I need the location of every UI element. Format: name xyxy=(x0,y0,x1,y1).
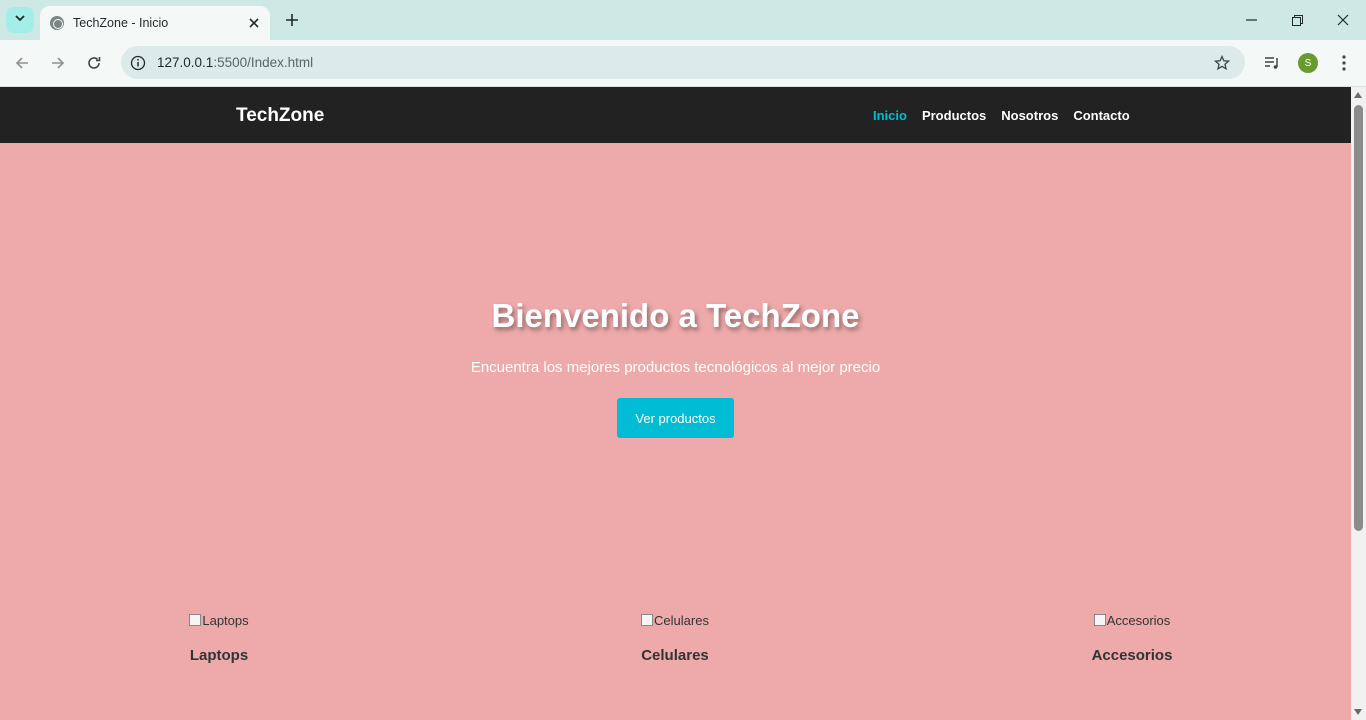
scroll-up-arrow-icon[interactable] xyxy=(1354,92,1362,98)
category-image-celulares: Celulares xyxy=(575,613,775,631)
menu-kebab-icon[interactable] xyxy=(1330,49,1358,77)
category-image-accesorios: Accesorios xyxy=(1032,613,1232,631)
nav-link-contacto[interactable]: Contacto xyxy=(1073,108,1129,123)
category-card-celulares[interactable]: Celulares Celulares xyxy=(575,613,775,664)
media-control-icon[interactable] xyxy=(1258,49,1286,77)
browser-tab[interactable]: TechZone - Inicio xyxy=(40,6,270,40)
view-products-button[interactable]: Ver productos xyxy=(617,398,734,438)
category-card-laptops[interactable]: Laptops Laptops xyxy=(119,613,319,664)
nav-link-productos[interactable]: Productos xyxy=(922,108,986,123)
url-path: :5500/Index.html xyxy=(213,55,314,70)
category-image-alt: Accesorios xyxy=(1106,613,1171,628)
broken-image-icon xyxy=(641,614,654,626)
browser-toolbar: 127.0.0.1:5500/Index.html S xyxy=(0,40,1366,87)
category-image-alt: Laptops xyxy=(202,613,249,628)
tab-strip: TechZone - Inicio xyxy=(0,0,1366,40)
broken-image-icon xyxy=(189,614,202,626)
restore-icon[interactable] xyxy=(1274,6,1320,34)
category-name: Accesorios xyxy=(1091,647,1173,664)
minimize-icon[interactable] xyxy=(1228,6,1274,34)
category-name: Celulares xyxy=(641,647,709,664)
profile-avatar[interactable]: S xyxy=(1298,53,1318,73)
page-viewport: TechZone Inicio Productos Nosotros Conta… xyxy=(0,87,1351,720)
site-info-icon[interactable] xyxy=(127,52,149,74)
globe-icon xyxy=(50,16,64,30)
tab-search-button[interactable] xyxy=(6,7,34,33)
url-host: 127.0.0.1 xyxy=(157,55,214,70)
scrollbar-thumb[interactable] xyxy=(1354,105,1363,531)
site-menu: Inicio Productos Nosotros Contacto xyxy=(873,108,1130,123)
broken-image-icon xyxy=(1093,614,1106,626)
scroll-down-arrow-icon[interactable] xyxy=(1354,709,1362,715)
page-scrollbar[interactable] xyxy=(1351,87,1366,720)
hero-subtitle: Encuentra los mejores productos tecnológ… xyxy=(470,359,881,376)
close-window-icon[interactable] xyxy=(1320,6,1366,34)
back-arrow-icon[interactable] xyxy=(8,49,36,77)
reload-icon[interactable] xyxy=(80,49,108,77)
nav-link-inicio[interactable]: Inicio xyxy=(873,108,907,123)
chevron-down-icon xyxy=(14,11,26,29)
site-logo[interactable]: TechZone xyxy=(236,105,324,127)
address-bar[interactable]: 127.0.0.1:5500/Index.html xyxy=(121,46,1245,79)
url-text: 127.0.0.1:5500/Index.html xyxy=(157,55,313,70)
nav-link-nosotros[interactable]: Nosotros xyxy=(1001,108,1058,123)
category-image-laptops: Laptops xyxy=(119,613,319,631)
site-navbar: TechZone Inicio Productos Nosotros Conta… xyxy=(0,87,1351,143)
category-image-alt: Celulares xyxy=(654,613,709,628)
forward-arrow-icon[interactable] xyxy=(44,49,72,77)
category-card-accesorios[interactable]: Accesorios Accesorios xyxy=(1032,613,1232,664)
bookmark-star-icon[interactable] xyxy=(1211,52,1233,74)
close-tab-icon[interactable] xyxy=(244,13,264,33)
new-tab-icon[interactable] xyxy=(280,8,304,32)
tab-title: TechZone - Inicio xyxy=(73,16,169,30)
hero-title: Bienvenido a TechZone xyxy=(491,297,860,334)
category-name: Laptops xyxy=(189,647,249,664)
